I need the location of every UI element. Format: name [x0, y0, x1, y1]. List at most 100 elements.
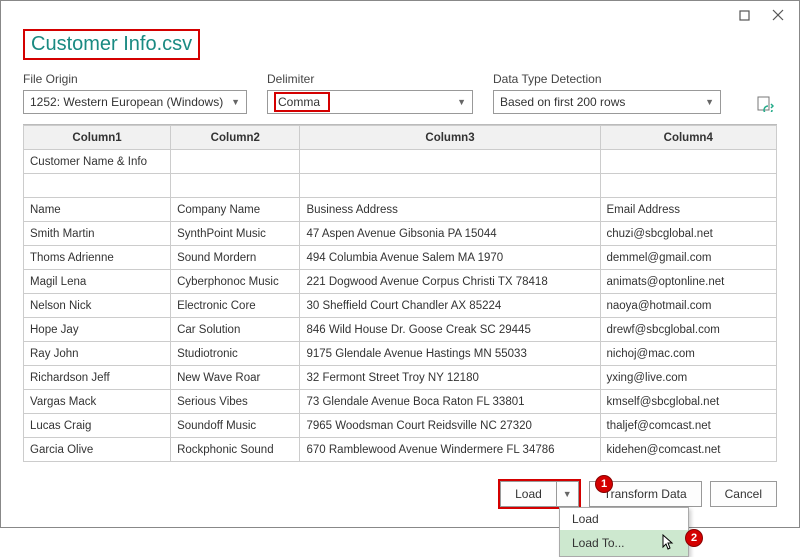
table-row: Garcia OliveRockphonic Sound670 Ramblewo… — [24, 438, 777, 462]
table-cell: animats@optonline.net — [600, 270, 777, 294]
table-cell — [600, 174, 777, 198]
table-cell: 47 Aspen Avenue Gibsonia PA 15044 — [300, 222, 600, 246]
table-cell: Vargas Mack — [24, 390, 171, 414]
table-cell: Car Solution — [171, 318, 300, 342]
table-cell: Electronic Core — [171, 294, 300, 318]
titlebar — [1, 1, 799, 29]
file-origin-select[interactable]: 1252: Western European (Windows) ▼ — [23, 90, 247, 114]
menu-item-label: Load To... — [572, 536, 625, 550]
table-cell: 670 Ramblewood Avenue Windermere FL 3478… — [300, 438, 600, 462]
table-row: Customer Name & Info — [24, 150, 777, 174]
close-icon — [772, 9, 784, 21]
dialog-window: Customer Info.csv File Origin 1252: West… — [0, 0, 800, 528]
column-header[interactable]: Column4 — [600, 126, 777, 150]
table-cell: nichoj@mac.com — [600, 342, 777, 366]
table-cell: Serious Vibes — [171, 390, 300, 414]
table-cell: 7965 Woodsman Court Reidsville NC 27320 — [300, 414, 600, 438]
table-cell: thaljef@comcast.net — [600, 414, 777, 438]
menu-item-load-to[interactable]: Load To... — [560, 530, 688, 556]
table-cell: chuzi@sbcglobal.net — [600, 222, 777, 246]
table-cell: 32 Fermont Street Troy NY 12180 — [300, 366, 600, 390]
table-row: Ray JohnStudiotronic9175 Glendale Avenue… — [24, 342, 777, 366]
table-cell — [300, 174, 600, 198]
table-cell — [171, 150, 300, 174]
delimiter-label: Delimiter — [267, 72, 473, 86]
table-cell: Customer Name & Info — [24, 150, 171, 174]
table-cell: 846 Wild House Dr. Goose Creak SC 29445 — [300, 318, 600, 342]
table-cell: 73 Glendale Avenue Boca Raton FL 33801 — [300, 390, 600, 414]
column-header[interactable]: Column2 — [171, 126, 300, 150]
table-row: NameCompany NameBusiness AddressEmail Ad… — [24, 198, 777, 222]
delimiter-value: Comma — [274, 92, 330, 112]
table-cell: Rockphonic Sound — [171, 438, 300, 462]
table-cell: Nelson Nick — [24, 294, 171, 318]
footer-buttons: Load ▼ Transform Data Cancel — [498, 479, 777, 509]
table-cell — [24, 174, 171, 198]
detection-value: Based on first 200 rows — [500, 95, 625, 109]
table-cell: naoya@hotmail.com — [600, 294, 777, 318]
table-row: Smith MartinSynthPoint Music47 Aspen Ave… — [24, 222, 777, 246]
detection-label: Data Type Detection — [493, 72, 721, 86]
table-cell: Company Name — [171, 198, 300, 222]
cursor-icon — [662, 534, 676, 552]
maximize-icon — [739, 10, 750, 21]
load-dropdown-button[interactable]: ▼ — [556, 481, 579, 507]
table-cell: SynthPoint Music — [171, 222, 300, 246]
preview-table: Column1Column2Column3Column4 Customer Na… — [23, 125, 777, 462]
chevron-down-icon: ▼ — [231, 97, 240, 107]
annotation-badge-1: 1 — [595, 475, 613, 493]
table-cell — [171, 174, 300, 198]
maximize-button[interactable] — [727, 3, 761, 27]
table-cell: kmself@sbcglobal.net — [600, 390, 777, 414]
file-origin-label: File Origin — [23, 72, 247, 86]
table-cell — [600, 150, 777, 174]
load-button-group: Load ▼ — [498, 479, 581, 509]
refresh-icon — [756, 94, 774, 112]
table-cell: Lucas Craig — [24, 414, 171, 438]
table-cell — [300, 150, 600, 174]
table-cell: Richardson Jeff — [24, 366, 171, 390]
table-row: Richardson JeffNew Wave Roar32 Fermont S… — [24, 366, 777, 390]
table-row: Hope JayCar Solution846 Wild House Dr. G… — [24, 318, 777, 342]
menu-item-load[interactable]: Load — [560, 508, 688, 530]
table-cell: 221 Dogwood Avenue Corpus Christi TX 784… — [300, 270, 600, 294]
table-row: Nelson NickElectronic Core30 Sheffield C… — [24, 294, 777, 318]
table-cell: Studiotronic — [171, 342, 300, 366]
table-cell: Garcia Olive — [24, 438, 171, 462]
table-cell: Name — [24, 198, 171, 222]
table-cell: Email Address — [600, 198, 777, 222]
table-row: Magil LenaCyberphonoc Music221 Dogwood A… — [24, 270, 777, 294]
column-header[interactable]: Column3 — [300, 126, 600, 150]
column-header[interactable]: Column1 — [24, 126, 171, 150]
preview-table-wrap: Column1Column2Column3Column4 Customer Na… — [23, 124, 777, 462]
annotation-badge-2: 2 — [685, 529, 703, 547]
table-cell: 9175 Glendale Avenue Hastings MN 55033 — [300, 342, 600, 366]
delimiter-group: Delimiter Comma ▼ — [267, 72, 473, 114]
table-row — [24, 174, 777, 198]
delimiter-select[interactable]: Comma ▼ — [267, 90, 473, 114]
options-row: File Origin 1252: Western European (Wind… — [23, 72, 777, 114]
file-origin-group: File Origin 1252: Western European (Wind… — [23, 72, 247, 114]
cancel-button[interactable]: Cancel — [710, 481, 777, 507]
close-button[interactable] — [761, 3, 795, 27]
table-cell: Smith Martin — [24, 222, 171, 246]
table-cell: Ray John — [24, 342, 171, 366]
table-row: Thoms AdrienneSound Mordern494 Columbia … — [24, 246, 777, 270]
table-cell: Hope Jay — [24, 318, 171, 342]
load-button[interactable]: Load — [500, 481, 556, 507]
table-cell: Soundoff Music — [171, 414, 300, 438]
refresh-button[interactable] — [753, 92, 777, 114]
table-cell: 30 Sheffield Court Chandler AX 85224 — [300, 294, 600, 318]
chevron-down-icon: ▼ — [563, 489, 572, 499]
file-title: Customer Info.csv — [23, 29, 200, 60]
table-row: Vargas MackSerious Vibes73 Glendale Aven… — [24, 390, 777, 414]
table-cell: New Wave Roar — [171, 366, 300, 390]
chevron-down-icon: ▼ — [705, 97, 714, 107]
table-cell: Thoms Adrienne — [24, 246, 171, 270]
detection-select[interactable]: Based on first 200 rows ▼ — [493, 90, 721, 114]
table-cell: 494 Columbia Avenue Salem MA 1970 — [300, 246, 600, 270]
file-origin-value: 1252: Western European (Windows) — [30, 95, 223, 109]
table-cell: Business Address — [300, 198, 600, 222]
table-cell: Magil Lena — [24, 270, 171, 294]
table-cell: kidehen@comcast.net — [600, 438, 777, 462]
